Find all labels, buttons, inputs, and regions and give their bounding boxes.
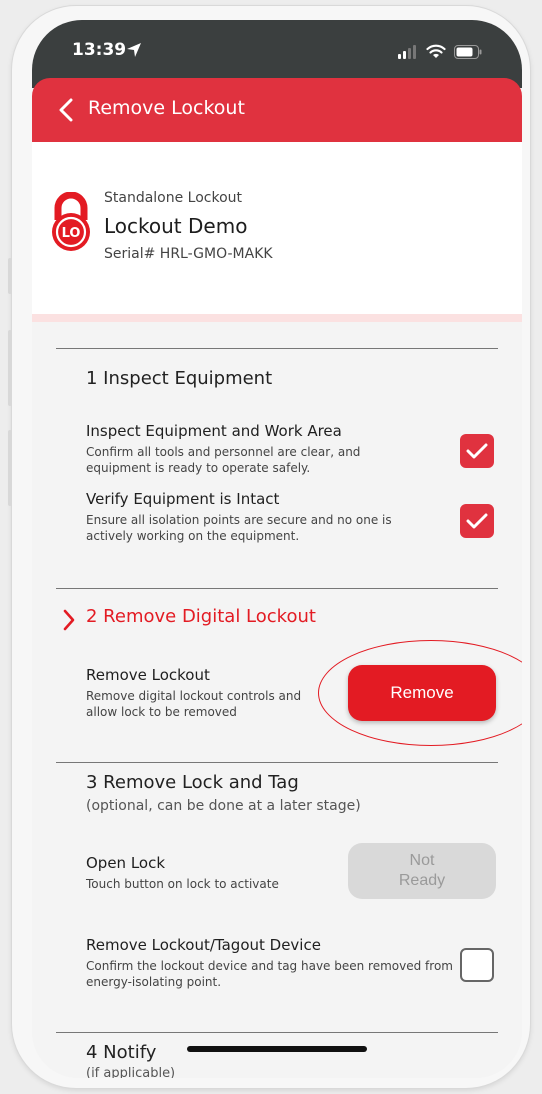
wifi-icon (426, 44, 446, 58)
page-title: Remove Lockout (88, 97, 245, 119)
remove-lockout-title: Remove Lockout (86, 666, 210, 684)
section-subtitle-remove-lock: (optional, can be done at a later stage) (86, 798, 361, 814)
inspect-area-checkbox[interactable] (460, 434, 494, 468)
verify-item-desc: Ensure all isolation points are secure a… (86, 513, 392, 543)
padlock-icon: LO (52, 192, 90, 251)
not-ready-line: Not (409, 852, 435, 869)
section-divider (56, 588, 498, 589)
lock-summary-card: LO Standalone Lockout Lockout Demo Seria… (32, 142, 522, 322)
section-title-remove-digital: 2 Remove Digital Lockout (86, 606, 316, 627)
open-lock-title: Open Lock (86, 854, 166, 872)
battery-icon (454, 44, 482, 59)
side-button (8, 430, 12, 506)
verify-item-title: Verify Equipment is Intact (86, 490, 280, 508)
home-indicator[interactable] (187, 1046, 367, 1052)
remove-device-desc: Confirm the lockout device and tag have … (86, 959, 453, 989)
status-icons (398, 44, 482, 59)
not-ready-line: Ready (398, 872, 446, 889)
not-ready-button[interactable]: Not Ready (348, 843, 496, 899)
section-title-notify: 4 Notify (86, 1042, 157, 1063)
side-button (8, 258, 12, 294)
app-screen: 13:39 Remove Lockout LO Standalone Locko… (32, 20, 522, 1078)
lock-serial: Serial# HRL-GMO-MAKK (104, 246, 273, 262)
remove-device-checkbox[interactable] (460, 948, 494, 982)
back-chevron-icon[interactable] (58, 98, 74, 122)
checkmark-icon (466, 513, 488, 529)
open-lock-desc: Touch button on lock to activate (86, 877, 279, 891)
remove-device-title: Remove Lockout/Tagout Device (86, 936, 321, 954)
app-header: Remove Lockout (32, 78, 522, 142)
active-step-chevron-icon (63, 609, 75, 631)
inspect-item-title: Inspect Equipment and Work Area (86, 422, 342, 440)
lock-badge-text: LO (62, 226, 81, 241)
not-ready-label: Not Ready (399, 851, 445, 891)
checkmark-icon (466, 443, 488, 459)
section-title-remove-lock: 3 Remove Lock and Tag (86, 772, 299, 793)
status-time: 13:39 (72, 40, 127, 60)
section-divider (56, 348, 498, 349)
location-arrow-icon (127, 43, 141, 57)
highlight-ellipse (318, 640, 522, 746)
section-divider (56, 1032, 498, 1033)
section-subtitle-notify: (if applicable) (86, 1066, 176, 1078)
lock-name: Lockout Demo (104, 214, 248, 238)
lock-type: Standalone Lockout (104, 190, 243, 206)
side-button (8, 330, 12, 406)
remove-lockout-desc: Remove digital lockout controls and allo… (86, 689, 302, 719)
signal-icon (398, 44, 416, 59)
section-divider (56, 762, 498, 763)
section-title-inspect: 1 Inspect Equipment (86, 368, 273, 389)
inspect-item-desc: Confirm all tools and personnel are clea… (86, 445, 361, 475)
verify-intact-checkbox[interactable] (460, 504, 494, 538)
